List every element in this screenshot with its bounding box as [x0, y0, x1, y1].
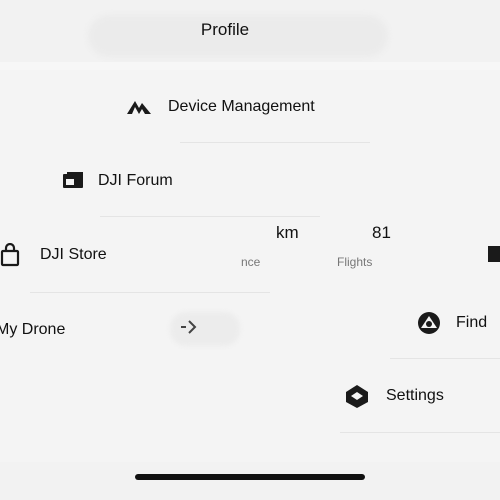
my-drone-row[interactable]: My Drone [0, 300, 65, 360]
divider [180, 142, 370, 143]
settings-label: Settings [386, 387, 444, 404]
find-row[interactable]: Find [414, 293, 487, 353]
settings-cube-icon [342, 381, 372, 411]
store-bag-icon [0, 240, 24, 270]
divider [100, 216, 320, 217]
distance-unit: km [276, 223, 299, 242]
profile-screen: Profile Device Management DJI Forum DJI … [0, 0, 500, 500]
header: Profile [0, 0, 500, 62]
dji-store-label: DJI Store [40, 246, 107, 263]
dji-forum-row[interactable]: DJI Forum [58, 151, 173, 211]
chevron-right-icon[interactable] [178, 318, 200, 341]
flights-value: 81 [372, 223, 391, 242]
dji-logo-icon [124, 92, 154, 122]
device-management-row[interactable]: Device Management [124, 77, 315, 137]
divider [30, 292, 270, 293]
device-management-label: Device Management [168, 98, 315, 115]
page-title: Profile [200, 20, 250, 39]
bottom-bar [0, 462, 500, 500]
settings-row[interactable]: Settings [342, 366, 444, 426]
divider [390, 358, 500, 359]
dji-forum-label: DJI Forum [98, 172, 173, 189]
dji-store-row[interactable]: DJI Store [0, 225, 107, 285]
find-label: Find [456, 314, 488, 331]
my-drone-label: My Drone [0, 321, 66, 338]
home-indicator[interactable] [135, 474, 365, 480]
find-drone-icon [414, 308, 444, 338]
store-cart-icon [488, 244, 500, 269]
header-divider [0, 62, 500, 70]
flights-label: Flights [337, 255, 373, 269]
distance-label: nce [241, 255, 261, 269]
divider [340, 432, 500, 433]
forum-icon [58, 166, 88, 196]
